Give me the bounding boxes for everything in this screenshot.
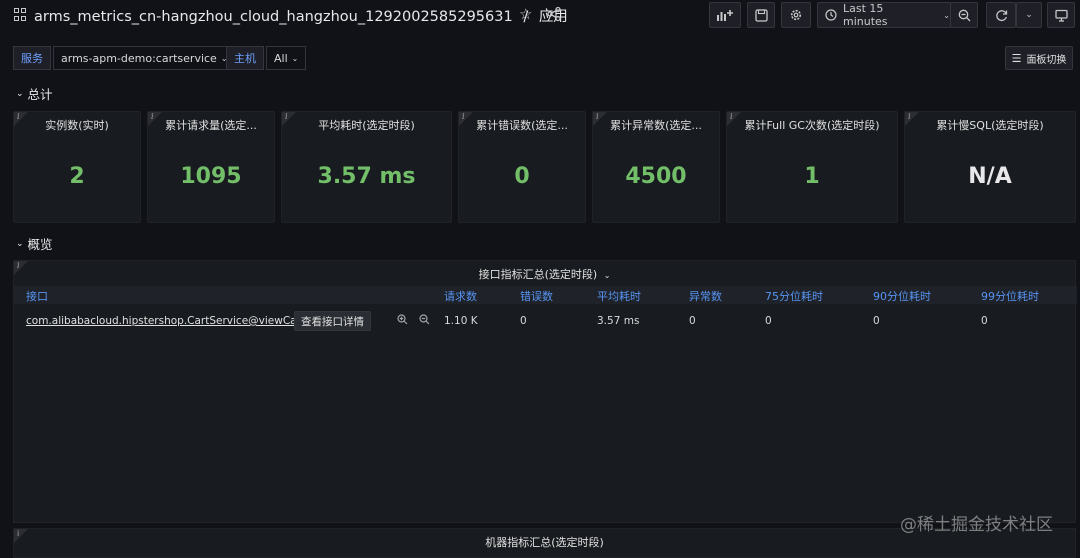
host-variable: 主机 All ⌄ (226, 46, 307, 70)
zoom-out-button[interactable] (950, 2, 978, 28)
cell-requests: 1.10 K (444, 315, 478, 327)
chevron-down-icon: ⌄ (16, 88, 24, 99)
stat-title: 平均耗时(选定时段) (318, 119, 415, 132)
stat-title: 累计异常数(选定... (610, 119, 702, 132)
chevron-down-icon: ⌄ (603, 271, 611, 280)
share-icon[interactable] (546, 6, 562, 22)
stat-panel-instances[interactable]: i 实例数(实时) 2 (13, 111, 141, 223)
column-header[interactable]: 错误数 (520, 288, 553, 304)
cell-avg-latency: 3.57 ms (597, 315, 640, 327)
top-navbar: arms_metrics_cn-hangzhou_cloud_hangzhou_… (0, 0, 1080, 30)
stat-panel-errors[interactable]: i 累计错误数(选定... 0 (458, 111, 586, 223)
refresh-button[interactable] (986, 2, 1016, 28)
chevron-down-icon: ⌄ (291, 53, 299, 63)
stat-value: 0 (514, 164, 530, 189)
row-overview[interactable]: ⌄ 概览 (16, 234, 53, 253)
service-select[interactable]: arms-apm-demo:cartservice ⌄ (53, 46, 236, 70)
column-header[interactable]: 90分位耗时 (873, 288, 931, 304)
stat-title: 累计慢SQL(选定时段) (936, 119, 1044, 132)
add-panel-icon (717, 10, 733, 21)
stat-title: 实例数(实时) (45, 119, 109, 132)
host-label: 主机 (226, 46, 264, 70)
zoom-out-icon (958, 9, 970, 21)
column-header[interactable]: 平均耗时 (597, 288, 641, 304)
cell-errors: 0 (520, 315, 527, 327)
service-variable: 服务 arms-apm-demo:cartservice ⌄ (13, 46, 236, 70)
stat-title: 累计错误数(选定... (476, 119, 568, 132)
stat-value: 1 (804, 164, 820, 189)
table-header: 接口 请求数 错误数 平均耗时 异常数 75分位耗时 90分位耗时 99分位耗时 (14, 286, 1077, 304)
dashboard-title[interactable]: arms_metrics_cn-hangzhou_cloud_hangzhou_… (34, 9, 513, 25)
stat-value: 4500 (625, 164, 687, 189)
service-value: arms-apm-demo:cartservice (61, 51, 217, 65)
view-interface-details-button[interactable]: 查看接口详情 (294, 311, 371, 331)
zoom-in-icon[interactable] (397, 314, 408, 328)
column-header[interactable]: 请求数 (444, 288, 477, 304)
time-range-label: Last 15 minutes (842, 2, 888, 28)
stat-value: 2 (69, 164, 85, 189)
host-select[interactable]: All ⌄ (266, 46, 307, 70)
star-icon[interactable]: ☆ (519, 5, 532, 23)
stat-panel-full-gc[interactable]: i 累计Full GC次数(选定时段) 1 (726, 111, 898, 223)
monitor-icon (1054, 9, 1068, 22)
panel-title-text: 接口指标汇总(选定时段) (478, 268, 598, 281)
save-icon (754, 8, 768, 22)
settings-button[interactable] (781, 2, 811, 28)
menu-icon: ☰ (1011, 51, 1022, 65)
refresh-interval-dropdown[interactable]: ⌄ (1016, 2, 1042, 28)
save-dashboard-button[interactable] (747, 2, 775, 28)
stat-title: 累计Full GC次数(选定时段) (744, 119, 880, 132)
cell-p75: 0 (765, 315, 772, 327)
stat-value: 3.57 ms (317, 164, 416, 189)
column-header[interactable]: 75分位耗时 (765, 288, 823, 304)
cell-p90: 0 (873, 315, 880, 327)
interface-link[interactable]: com.alibabacloud.hipstershop.CartService… (26, 315, 305, 327)
clock-icon (825, 9, 837, 21)
column-header[interactable]: 99分位耗时 (981, 288, 1039, 304)
stat-panel-exceptions[interactable]: i 累计异常数(选定... 4500 (592, 111, 720, 223)
zoom-out-icon[interactable] (419, 314, 430, 328)
stat-value: N/A (968, 164, 1012, 189)
stat-value: 1095 (180, 164, 242, 189)
stat-panel-slow-sql[interactable]: i 累计慢SQL(选定时段) N/A (904, 111, 1076, 223)
panel-title[interactable]: 接口指标汇总(选定时段) ⌄ (14, 266, 1075, 282)
refresh-icon (995, 9, 1007, 21)
chevron-down-icon: ⌄ (16, 238, 24, 249)
row-summary-title: 总计 (27, 87, 53, 102)
panel-switch-label: 面板切换 (1026, 54, 1067, 66)
tv-mode-button[interactable] (1047, 2, 1075, 28)
dashboards-grid-icon[interactable] (14, 8, 27, 21)
stat-panel-avg-latency[interactable]: i 平均耗时(选定时段) 3.57 ms (281, 111, 452, 223)
row-overview-title: 概览 (27, 237, 53, 252)
panel-switch-button[interactable]: ☰ 面板切换 (1005, 46, 1073, 70)
add-panel-button[interactable] (709, 2, 741, 28)
chevron-down-icon: ⌄ (943, 10, 950, 20)
stat-title: 累计请求量(选定... (165, 119, 257, 132)
column-header[interactable]: 接口 (26, 288, 48, 304)
interface-metrics-panel: i 接口指标汇总(选定时段) ⌄ 接口 请求数 错误数 平均耗时 异常数 75分… (13, 260, 1077, 523)
breadcrumb: arms_metrics_cn-hangzhou_cloud_hangzhou_… (34, 5, 568, 26)
host-value: All (274, 51, 288, 65)
gear-icon (790, 9, 802, 21)
cell-p99: 0 (981, 315, 988, 327)
stat-panel-requests[interactable]: i 累计请求量(选定... 1095 (147, 111, 275, 223)
column-header[interactable]: 异常数 (689, 288, 722, 304)
service-label: 服务 (13, 46, 51, 70)
row-summary[interactable]: ⌄ 总计 (16, 84, 53, 103)
chevron-down-icon: ⌄ (1025, 10, 1033, 20)
cell-exceptions: 0 (689, 315, 696, 327)
time-range-picker[interactable]: Last 15 minutes ⌄ (817, 2, 951, 28)
watermark: @稀土掘金技术社区 (900, 515, 1053, 535)
